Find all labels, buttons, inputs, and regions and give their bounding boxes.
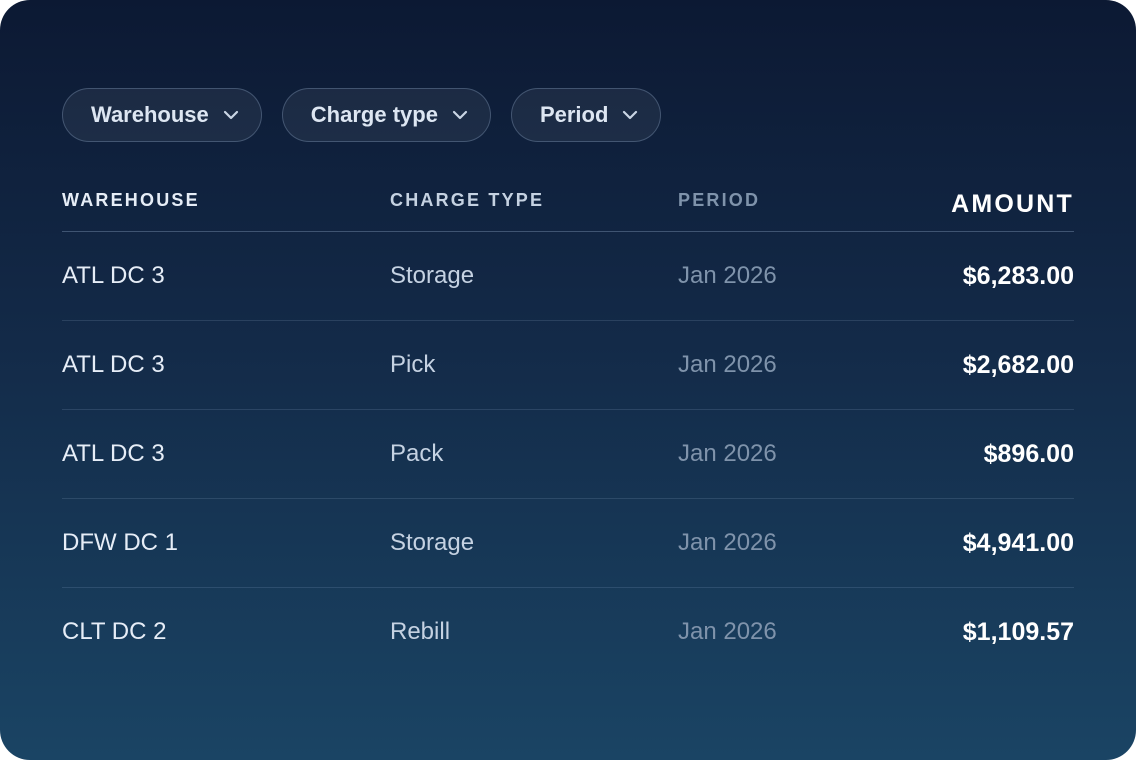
warehouse-cell: CLT DC 2 (62, 618, 167, 645)
column-header-charge-type[interactable]: CHARGE TYPE (390, 190, 544, 211)
warehouse-filter-label: Warehouse (91, 102, 209, 127)
amount-cell: $2,682.00 (962, 351, 1074, 379)
period-cell: Jan 2026 (678, 529, 777, 556)
chevron-down-icon (452, 110, 468, 120)
period-cell: Jan 2026 (678, 351, 777, 378)
column-header-amount[interactable]: AMOUNT (951, 190, 1074, 219)
filter-bar: Warehouse Charge type Period (62, 88, 662, 142)
charges-card: Warehouse Charge type Period WAREHOUSE C… (0, 0, 1136, 760)
warehouse-cell: ATL DC 3 (62, 440, 165, 467)
table-header: WAREHOUSE CHARGE TYPE PERIOD AMOUNT (62, 176, 1074, 232)
amount-cell: $896.00 (983, 440, 1074, 468)
charge-type-filter-button[interactable]: Charge type (281, 88, 491, 142)
table-row[interactable]: CLT DC 2 Rebill Jan 2026 $1,109.57 (62, 588, 1074, 676)
amount-cell: $1,109.57 (962, 618, 1074, 646)
warehouse-cell: ATL DC 3 (62, 262, 165, 289)
period-cell: Jan 2026 (678, 440, 777, 467)
charges-table: WAREHOUSE CHARGE TYPE PERIOD AMOUNT ATL … (62, 176, 1074, 676)
period-cell: Jan 2026 (678, 618, 777, 645)
chevron-down-icon (622, 110, 638, 120)
charge-type-cell: Storage (390, 262, 475, 289)
warehouse-cell: ATL DC 3 (62, 351, 165, 378)
table-row[interactable]: ATL DC 3 Storage Jan 2026 $6,283.00 (62, 232, 1074, 321)
table-row[interactable]: ATL DC 3 Pack Jan 2026 $896.00 (62, 410, 1074, 499)
charge-type-cell: Storage (390, 529, 475, 556)
charge-type-cell: Pick (390, 351, 436, 378)
table-row[interactable]: DFW DC 1 Storage Jan 2026 $4,941.00 (62, 499, 1074, 588)
period-filter-button[interactable]: Period (510, 88, 662, 142)
chevron-down-icon (223, 110, 239, 120)
column-header-period[interactable]: PERIOD (678, 190, 760, 211)
warehouse-filter-button[interactable]: Warehouse (62, 88, 262, 142)
warehouse-cell: DFW DC 1 (62, 529, 178, 556)
amount-cell: $4,941.00 (962, 529, 1074, 557)
column-header-warehouse[interactable]: WAREHOUSE (62, 190, 200, 211)
amount-cell: $6,283.00 (962, 262, 1074, 290)
table-row[interactable]: ATL DC 3 Pick Jan 2026 $2,682.00 (62, 321, 1074, 410)
charge-type-filter-label: Charge type (310, 102, 438, 127)
period-cell: Jan 2026 (678, 262, 777, 289)
charge-type-cell: Pack (390, 440, 444, 467)
period-filter-label: Period (539, 102, 609, 127)
charge-type-cell: Rebill (390, 618, 451, 645)
